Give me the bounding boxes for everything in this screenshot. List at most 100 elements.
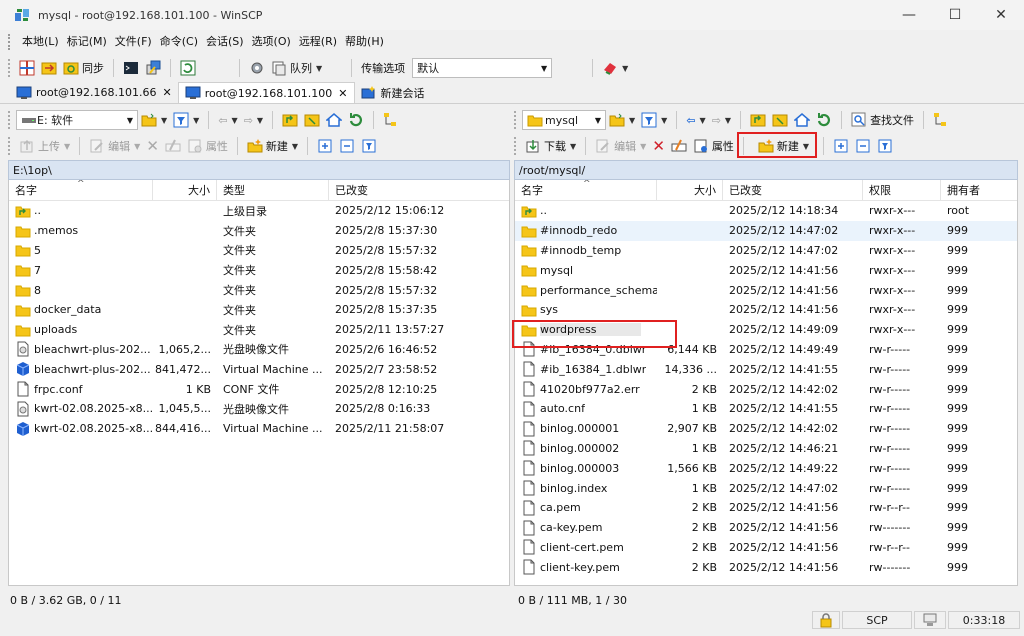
- refresh-session-button[interactable]: [177, 57, 199, 79]
- col-name[interactable]: ^ 名字: [515, 180, 657, 201]
- delete-button[interactable]: ✕: [143, 135, 162, 157]
- tree-toggle-button[interactable]: [930, 109, 952, 131]
- col-changed[interactable]: 已改变: [329, 180, 509, 201]
- table-row[interactable]: .. 上级目录 2025/2/12 15:06:12: [9, 201, 509, 221]
- refresh-button[interactable]: [813, 109, 835, 131]
- transfer-options-select[interactable]: 默认 ▼: [412, 58, 553, 78]
- forward-button[interactable]: ⇨ ▼: [709, 109, 734, 131]
- table-row[interactable]: uploads 文件夹 2025/2/11 13:57:27: [9, 320, 509, 340]
- local-file-list[interactable]: ^ 名字 大小 类型 已改变 .. 上级目录 2025/2/12 15:06:12 .m…: [8, 180, 510, 586]
- table-row[interactable]: bleachwrt-plus-202... 1,065,2... 光盘映像文件 202…: [9, 340, 509, 360]
- extensions-button[interactable]: ▼: [599, 57, 631, 79]
- select-all-button[interactable]: [830, 135, 852, 157]
- table-row[interactable]: 41020bf977a2.err 2 KB 2025/2/12 14:42:02 rw…: [515, 379, 1017, 399]
- close-icon[interactable]: ✕: [163, 86, 172, 99]
- menu-local[interactable]: 本地(L): [18, 32, 63, 52]
- home-dir-button[interactable]: [791, 109, 813, 131]
- remote-path-bar[interactable]: /root/mysql/: [514, 160, 1018, 180]
- table-row[interactable]: binlog.000002 1 KB 2025/2/12 14:46:21 rw-r-…: [515, 439, 1017, 459]
- menu-remote[interactable]: 远程(R): [295, 32, 341, 52]
- menu-command[interactable]: 命令(C): [156, 32, 202, 52]
- table-row[interactable]: auto.cnf 1 KB 2025/2/12 14:41:55 rw-r----- 9…: [515, 399, 1017, 419]
- remote-file-list[interactable]: ^ 名字 大小 已改变 权限 拥有者 .. 2025/2/12 14:18:34 rw…: [514, 180, 1018, 586]
- col-size[interactable]: 大小: [657, 180, 723, 201]
- parent-dir-button[interactable]: [279, 109, 301, 131]
- local-drive-select[interactable]: E: 软件 ▼: [16, 110, 138, 130]
- table-row[interactable]: 5 文件夹 2025/2/8 15:57:32: [9, 241, 509, 261]
- table-row[interactable]: client-key.pem 2 KB 2025/2/12 14:41:56 rw--…: [515, 557, 1017, 577]
- minimize-button[interactable]: —: [886, 0, 932, 30]
- properties-button[interactable]: 属性: [184, 135, 231, 157]
- col-type[interactable]: 类型: [217, 180, 329, 201]
- back-button[interactable]: ⇦ ▼: [215, 109, 240, 131]
- table-row[interactable]: wordpress 2025/2/12 14:49:09 rwxr-x--- 999: [515, 320, 1017, 340]
- filter-button[interactable]: ▼: [170, 109, 202, 131]
- table-row[interactable]: .. 2025/2/12 14:18:34 rwxr-x--- root: [515, 201, 1017, 221]
- find-files-button[interactable]: 查找文件: [848, 109, 917, 131]
- table-row[interactable]: #innodb_redo 2025/2/12 14:47:02 rwxr-x--- 9…: [515, 220, 1017, 241]
- menu-file[interactable]: 文件(F): [111, 32, 156, 52]
- table-row[interactable]: bleachwrt-plus-202... 841,472... Virtual M…: [9, 359, 509, 379]
- table-row[interactable]: sys 2025/2/12 14:41:56 rwxr-x--- 999: [515, 300, 1017, 320]
- menu-session[interactable]: 会话(S): [202, 32, 248, 52]
- col-rights[interactable]: 权限: [863, 180, 941, 201]
- col-owner[interactable]: 拥有者: [941, 180, 1017, 201]
- delete-button[interactable]: ✕: [649, 135, 668, 157]
- open-dir-button[interactable]: ▼: [138, 109, 170, 131]
- table-row[interactable]: client-cert.pem 2 KB 2025/2/12 14:41:56 rw-…: [515, 538, 1017, 558]
- download-button[interactable]: 下载 ▼: [522, 135, 579, 157]
- table-row[interactable]: #innodb_temp 2025/2/12 14:47:02 rwxr-x--- 9…: [515, 241, 1017, 261]
- select-all-button[interactable]: [314, 135, 336, 157]
- root-dir-button[interactable]: [769, 109, 791, 131]
- tree-toggle-button[interactable]: [380, 109, 402, 131]
- unselect-button[interactable]: [336, 135, 358, 157]
- rename-button[interactable]: [668, 135, 690, 157]
- new-button[interactable]: 新建 ▼: [750, 135, 817, 157]
- forward-button[interactable]: ⇨ ▼: [241, 109, 266, 131]
- close-icon[interactable]: ✕: [338, 87, 347, 100]
- table-row[interactable]: docker_data 文件夹 2025/2/8 15:37:35: [9, 300, 509, 320]
- menu-help[interactable]: 帮助(H): [341, 32, 388, 52]
- compare-dirs-button[interactable]: [16, 57, 38, 79]
- preferences-button[interactable]: [246, 57, 268, 79]
- edit-button[interactable]: 编辑 ▼: [592, 135, 649, 157]
- table-row[interactable]: kwrt-02.08.2025-x8... 844,416... Virtual M…: [9, 419, 509, 439]
- queue-button[interactable]: 队列 ▼: [268, 57, 325, 79]
- console-button[interactable]: [120, 57, 142, 79]
- close-button[interactable]: ✕: [978, 0, 1024, 30]
- menu-grip[interactable]: [8, 34, 12, 50]
- filter-select-button[interactable]: [874, 135, 896, 157]
- col-size[interactable]: 大小: [153, 180, 217, 201]
- table-row[interactable]: kwrt-02.08.2025-x8... 1,045,5... 光盘映像文件 202…: [9, 399, 509, 419]
- table-row[interactable]: frpc.conf 1 KB CONF 文件 2025/2/8 12:10:25: [9, 379, 509, 399]
- table-row[interactable]: #ib_16384_0.dblwr 6,144 KB 2025/2/12 14:49…: [515, 340, 1017, 360]
- back-button[interactable]: ⇦ ▼: [683, 109, 708, 131]
- table-row[interactable]: binlog.index 1 KB 2025/2/12 14:47:02 rw-r--…: [515, 478, 1017, 498]
- refresh-button[interactable]: [345, 109, 367, 131]
- menu-mark[interactable]: 标记(M): [63, 32, 111, 52]
- tab-session-66[interactable]: root@192.168.101.66 ✕: [10, 82, 178, 103]
- unselect-button[interactable]: [852, 135, 874, 157]
- remote-dir-select[interactable]: mysql ▼: [522, 110, 606, 130]
- table-row[interactable]: performance_schema 2025/2/12 14:41:56 rwxr…: [515, 280, 1017, 300]
- table-row[interactable]: binlog.000003 1,566 KB 2025/2/12 14:49:22 r…: [515, 458, 1017, 478]
- table-row[interactable]: .memos 文件夹 2025/2/8 15:37:30: [9, 221, 509, 241]
- parent-dir-button[interactable]: [747, 109, 769, 131]
- table-row[interactable]: ca.pem 2 KB 2025/2/12 14:41:56 rw-r--r-- 999: [515, 498, 1017, 518]
- table-row[interactable]: 7 文件夹 2025/2/8 15:58:42: [9, 260, 509, 280]
- col-name[interactable]: ^ 名字: [9, 180, 153, 201]
- menu-options[interactable]: 选项(O): [248, 32, 295, 52]
- putty-button[interactable]: [142, 57, 164, 79]
- table-row[interactable]: #ib_16384_1.dblwr 14,336 ... 2025/2/12 14:…: [515, 359, 1017, 379]
- sync-button[interactable]: 同步: [60, 57, 107, 79]
- edit-button[interactable]: 编辑 ▼: [86, 135, 143, 157]
- table-row[interactable]: ca-key.pem 2 KB 2025/2/12 14:41:56 rw------…: [515, 518, 1017, 538]
- sync-browse-button[interactable]: [38, 57, 60, 79]
- rename-button[interactable]: [162, 135, 184, 157]
- table-row[interactable]: 8 文件夹 2025/2/8 15:57:32: [9, 280, 509, 300]
- table-row[interactable]: binlog.000001 2,907 KB 2025/2/12 14:42:02 r…: [515, 419, 1017, 439]
- filter-button[interactable]: ▼: [638, 109, 670, 131]
- open-dir-button[interactable]: ▼: [606, 109, 638, 131]
- properties-button[interactable]: 属性: [690, 135, 737, 157]
- table-row[interactable]: mysql 2025/2/12 14:41:56 rwxr-x--- 999: [515, 260, 1017, 280]
